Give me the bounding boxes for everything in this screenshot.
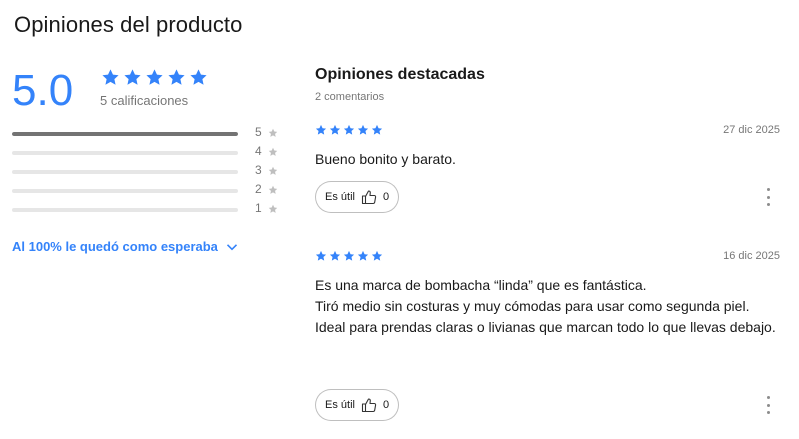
rating-bar-label: 4 bbox=[255, 144, 262, 158]
review-stars bbox=[315, 250, 383, 262]
rating-bar-row: 3 bbox=[12, 162, 282, 181]
star-icon bbox=[315, 124, 327, 135]
rating-bar-row: 1 bbox=[12, 200, 282, 219]
star-icon bbox=[124, 69, 141, 85]
rating-bar-label: 2 bbox=[255, 182, 262, 196]
rating-bar-track bbox=[12, 170, 238, 174]
rating-count: 5 calificaciones bbox=[100, 93, 189, 108]
review-text: Bueno bonito y barato. bbox=[315, 151, 456, 167]
useful-count: 0 bbox=[382, 399, 390, 411]
star-icon bbox=[343, 250, 355, 261]
review-card: 27 dic 2025 Bueno bonito y barato. Es út… bbox=[315, 124, 785, 224]
page-title: Opiniones del producto bbox=[14, 12, 243, 37]
star-icon bbox=[102, 69, 119, 85]
useful-button[interactable]: Es útil 0 bbox=[315, 389, 400, 421]
chevron-down-icon bbox=[226, 243, 237, 250]
thumbs-up-icon bbox=[361, 398, 377, 413]
star-icon bbox=[268, 147, 278, 156]
star-icon bbox=[268, 166, 278, 175]
star-icon bbox=[190, 69, 207, 85]
star-icon bbox=[268, 185, 278, 194]
useful-button[interactable]: Es útil 0 bbox=[315, 181, 400, 213]
rating-bar-fill bbox=[12, 132, 238, 136]
review-card: 16 dic 2025 Es una marca de bombacha “li… bbox=[315, 250, 785, 425]
star-icon bbox=[268, 128, 278, 137]
average-stars bbox=[101, 68, 208, 87]
useful-label: Es útil bbox=[325, 191, 355, 203]
useful-label: Es útil bbox=[325, 399, 355, 411]
review-text: Es una marca de bombacha “linda” que es … bbox=[315, 277, 776, 335]
useful-count: 0 bbox=[382, 191, 390, 203]
rating-bar-track bbox=[12, 189, 238, 193]
star-icon bbox=[315, 250, 327, 261]
star-icon bbox=[329, 124, 341, 135]
star-icon bbox=[329, 250, 341, 261]
rating-bar-track bbox=[12, 208, 238, 212]
star-icon bbox=[268, 204, 278, 213]
rating-bar-row: 5 bbox=[12, 124, 282, 143]
star-icon bbox=[357, 124, 369, 135]
star-icon bbox=[357, 250, 369, 261]
rating-distribution: 5 4 3 2 1 bbox=[12, 124, 282, 219]
thumbs-up-icon bbox=[361, 190, 377, 205]
expectation-text: Al 100% le quedó como esperaba bbox=[12, 239, 218, 254]
star-icon bbox=[371, 124, 383, 135]
reviews-count: 2 comentarios bbox=[315, 91, 385, 103]
star-icon bbox=[371, 250, 383, 261]
review-date: 16 dic 2025 bbox=[723, 250, 780, 262]
star-icon bbox=[146, 69, 163, 85]
more-options-icon[interactable] bbox=[765, 188, 771, 206]
star-icon bbox=[343, 124, 355, 135]
rating-bar-track bbox=[12, 151, 238, 155]
rating-bar-row: 2 bbox=[12, 181, 282, 200]
expectation-link[interactable]: Al 100% le quedó como esperaba bbox=[12, 239, 238, 254]
review-stars bbox=[315, 124, 383, 136]
rating-bar-track bbox=[12, 132, 238, 136]
rating-bar-label: 1 bbox=[255, 201, 262, 215]
average-rating: 5.0 bbox=[12, 66, 74, 115]
review-date: 27 dic 2025 bbox=[723, 124, 780, 136]
reviews-title: Opiniones destacadas bbox=[315, 66, 485, 83]
rating-bar-label: 5 bbox=[255, 125, 262, 139]
more-options-icon[interactable] bbox=[765, 396, 771, 414]
rating-bar-row: 4 bbox=[12, 143, 282, 162]
rating-bar-label: 3 bbox=[255, 163, 262, 177]
star-icon bbox=[168, 69, 185, 85]
